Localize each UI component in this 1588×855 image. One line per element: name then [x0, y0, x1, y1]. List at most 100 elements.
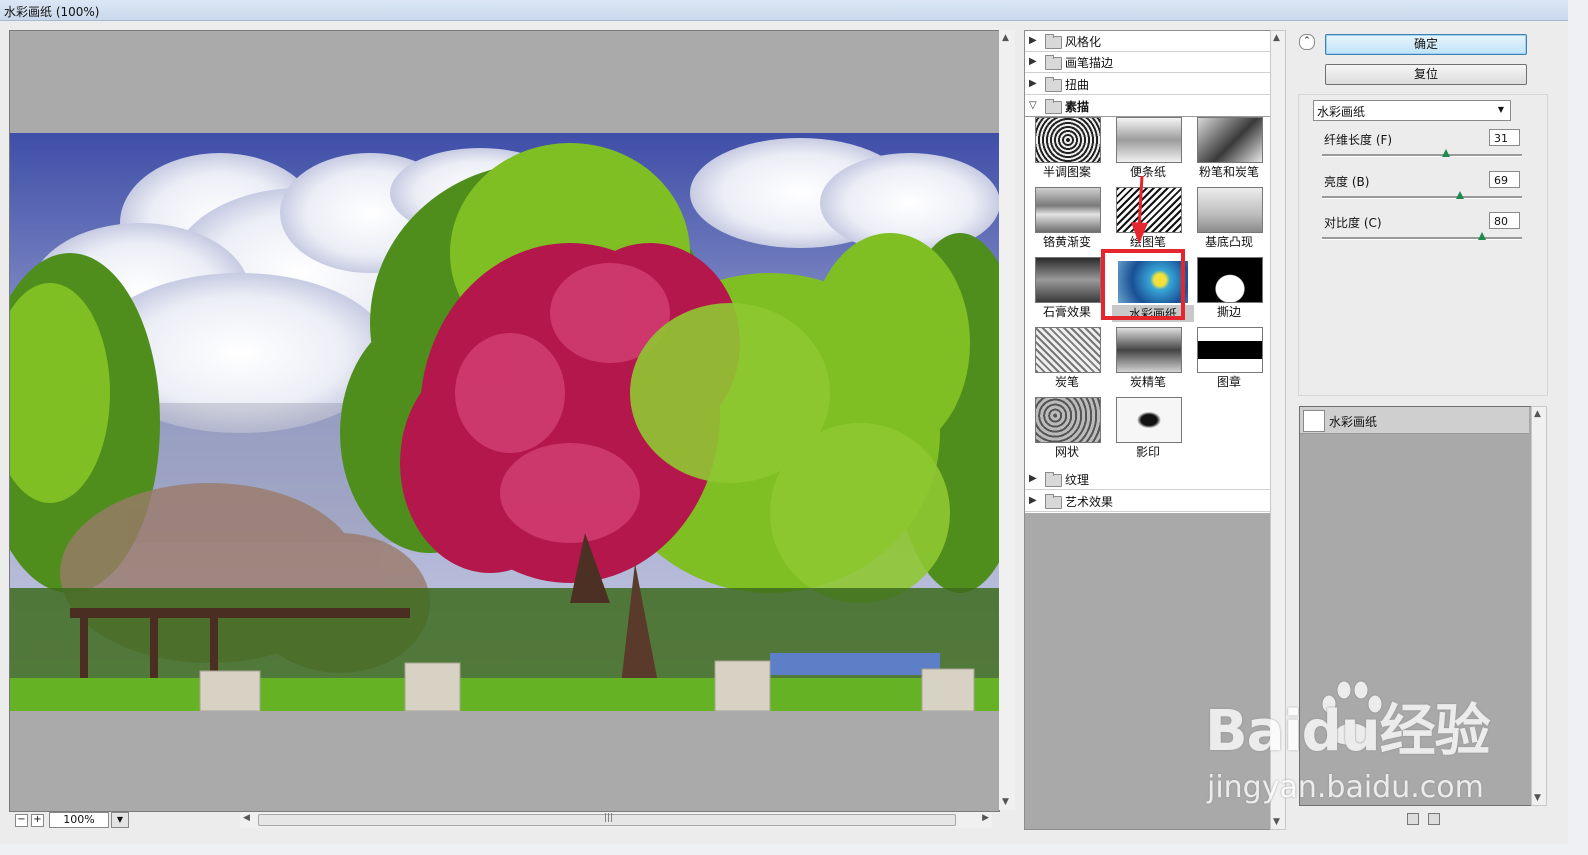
- filter-thumb-chrome[interactable]: 铬黄渐变: [1031, 187, 1111, 257]
- zoom-dropdown-icon[interactable]: ▼: [111, 812, 129, 828]
- category-distort[interactable]: ▶ 扭曲: [1025, 74, 1270, 95]
- zoom-level[interactable]: 100%: [49, 812, 109, 828]
- collapse-triangle-icon[interactable]: ▽: [1029, 100, 1037, 111]
- layers-scrollbar[interactable]: ▲ ▼: [1531, 406, 1547, 806]
- scroll-right-arrow-icon[interactable]: ▶: [982, 813, 989, 823]
- scroll-down-arrow-icon[interactable]: ▼: [1002, 797, 1009, 807]
- thumbnail-label: 网状: [1054, 445, 1079, 459]
- thumbnail-label: 炭精笔: [1129, 375, 1166, 389]
- folder-icon: [1045, 34, 1062, 49]
- thumbnail-label: 基底凸现: [1204, 235, 1253, 249]
- param-brightness: 亮度 (B) 69: [1322, 171, 1524, 209]
- category-label: 素描: [1065, 100, 1090, 114]
- param-value-input[interactable]: 31: [1489, 129, 1520, 146]
- expand-triangle-icon[interactable]: ▶: [1029, 473, 1037, 484]
- category-texture[interactable]: ▶ 纹理: [1025, 469, 1270, 490]
- category-sketch[interactable]: ▽ 素描: [1025, 96, 1270, 117]
- zoom-out-button[interactable]: −: [15, 814, 28, 827]
- scroll-left-arrow-icon[interactable]: ◀: [243, 813, 250, 823]
- filter-thumb-halftone[interactable]: 半调图案: [1031, 117, 1111, 187]
- filter-select[interactable]: 水彩画纸 ▼: [1313, 100, 1511, 121]
- thumbnail-image: [1116, 327, 1182, 373]
- thumbnail-label: 图章: [1216, 375, 1241, 389]
- filter-thumb-bas-relief[interactable]: 基底凸现: [1193, 187, 1273, 257]
- folder-icon: [1045, 55, 1062, 70]
- scroll-up-arrow-icon[interactable]: ▲: [1273, 33, 1280, 43]
- filter-thumb-charcoal[interactable]: 炭笔: [1031, 327, 1111, 397]
- category-label: 画笔描边: [1065, 56, 1114, 70]
- collapse-gallery-icon[interactable]: ⌃: [1299, 34, 1315, 50]
- preview-vertical-scrollbar[interactable]: ▲ ▼: [999, 30, 1015, 810]
- expand-triangle-icon[interactable]: ▶: [1029, 78, 1037, 89]
- filter-thumb-photocopy[interactable]: 影印: [1112, 397, 1192, 467]
- thumbnail-image: [1035, 397, 1101, 443]
- filter-select-value: 水彩画纸: [1317, 105, 1366, 119]
- thumbnail-image: [1197, 327, 1263, 373]
- folder-icon: [1045, 472, 1062, 487]
- scroll-up-arrow-icon[interactable]: ▲: [1002, 33, 1009, 43]
- scroll-thumb[interactable]: |||: [258, 813, 956, 826]
- category-label: 艺术效果: [1065, 495, 1114, 509]
- layer-name: 水彩画纸: [1329, 415, 1378, 429]
- expand-triangle-icon[interactable]: ▶: [1029, 495, 1037, 506]
- delete-layer-icon[interactable]: [1428, 813, 1440, 825]
- folder-icon: [1045, 494, 1062, 509]
- filter-thumb-plaster[interactable]: 石膏效果: [1031, 257, 1111, 327]
- param-value-input[interactable]: 69: [1489, 171, 1520, 188]
- watermark-url: jingyan.baidu.com: [1207, 770, 1484, 805]
- window-title: 水彩画纸 (100%): [4, 5, 100, 19]
- ok-button[interactable]: 确定: [1325, 34, 1527, 55]
- reset-button[interactable]: 复位: [1325, 64, 1527, 85]
- zoom-in-button[interactable]: +: [31, 814, 44, 827]
- thumbnail-label: 炭笔: [1054, 375, 1079, 389]
- preview-horizontal-scrollbar[interactable]: ◀ ||| ▶: [240, 812, 992, 828]
- param-label: 亮度 (B): [1324, 175, 1370, 189]
- filter-thumb-note-paper[interactable]: 便条纸: [1112, 117, 1192, 187]
- slider-knob[interactable]: [1456, 191, 1464, 199]
- visibility-eye-icon[interactable]: [1303, 410, 1325, 432]
- param-label: 对比度 (C): [1324, 216, 1382, 230]
- selection-highlight-box: [1101, 249, 1185, 320]
- category-stylize[interactable]: ▶ 风格化: [1025, 31, 1270, 52]
- expand-triangle-icon[interactable]: ▶: [1029, 35, 1037, 46]
- scroll-up-arrow-icon[interactable]: ▲: [1534, 409, 1541, 419]
- filter-thumb-chalk-charcoal[interactable]: 粉笔和炭笔: [1193, 117, 1273, 187]
- expand-triangle-icon[interactable]: ▶: [1029, 56, 1037, 67]
- slider-track[interactable]: [1322, 154, 1522, 157]
- thumbnail-image: [1197, 257, 1263, 303]
- thumbnail-label: 石膏效果: [1042, 305, 1091, 319]
- folder-icon: [1045, 77, 1062, 92]
- param-value-input[interactable]: 80: [1489, 212, 1520, 229]
- red-arrow-icon: [1131, 176, 1148, 244]
- effect-layer-row[interactable]: 水彩画纸: [1300, 407, 1529, 434]
- thumbnail-label: 撕边: [1216, 305, 1241, 319]
- thumbnail-label: 影印: [1135, 445, 1160, 459]
- preview-canvas[interactable]: [9, 30, 1000, 812]
- scroll-down-arrow-icon[interactable]: ▼: [1534, 793, 1541, 803]
- slider-knob[interactable]: [1478, 232, 1486, 240]
- filter-thumb-reticulation[interactable]: 网状: [1031, 397, 1111, 467]
- grip-icon: |||: [604, 813, 614, 823]
- thumbnail-image: [1035, 187, 1101, 233]
- thumbnail-image: [1197, 117, 1263, 163]
- slider-track[interactable]: [1322, 237, 1522, 240]
- category-artistic[interactable]: ▶ 艺术效果: [1025, 491, 1270, 512]
- filter-thumb-stamp[interactable]: 图章: [1193, 327, 1273, 397]
- param-fiber-length: 纤维长度 (F) 31: [1322, 129, 1524, 167]
- folder-open-icon: [1045, 99, 1062, 114]
- scroll-down-arrow-icon[interactable]: ▼: [1273, 817, 1280, 827]
- filter-thumb-conte-crayon[interactable]: 炭精笔: [1112, 327, 1192, 397]
- category-brush-strokes[interactable]: ▶ 画笔描边: [1025, 52, 1270, 73]
- filter-thumb-graphic-pen[interactable]: 绘图笔: [1112, 187, 1192, 257]
- thumbnail-image: [1116, 117, 1182, 163]
- param-label: 纤维长度 (F): [1324, 133, 1393, 147]
- category-label: 纹理: [1065, 473, 1090, 487]
- preview-image: [10, 133, 999, 711]
- slider-knob[interactable]: [1442, 149, 1450, 157]
- slider-track[interactable]: [1322, 196, 1522, 199]
- new-layer-icon[interactable]: [1407, 813, 1419, 825]
- chevron-down-icon: ▼: [1497, 105, 1505, 114]
- category-label: 风格化: [1065, 35, 1102, 49]
- watermark-text: Baidu经验: [1205, 699, 1491, 764]
- filter-thumb-torn-edges[interactable]: 撕边: [1193, 257, 1273, 327]
